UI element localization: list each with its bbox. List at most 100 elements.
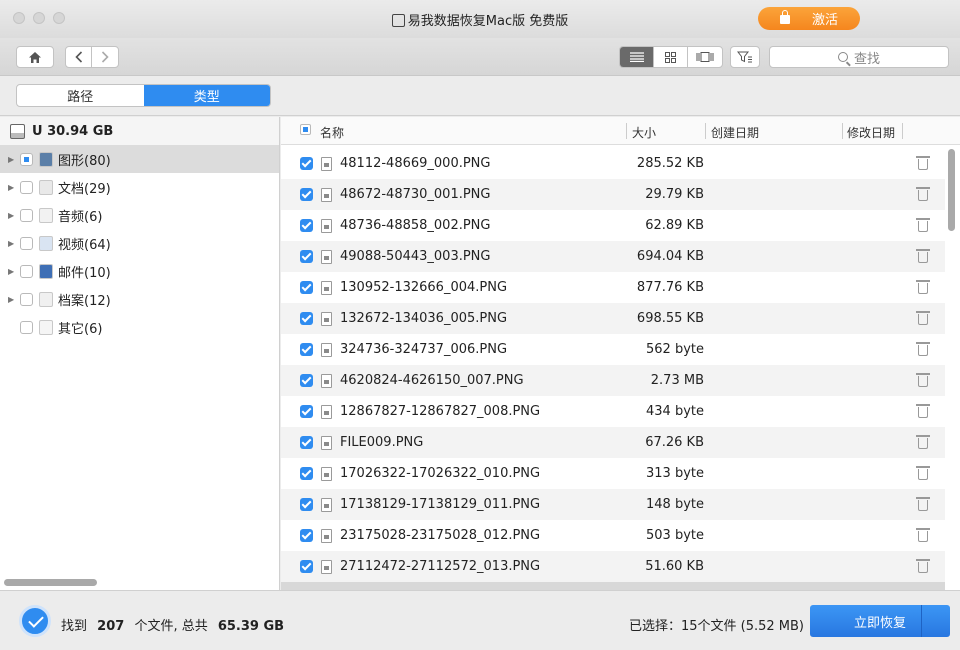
- file-size: 51.60 KB: [645, 559, 704, 574]
- forward-button[interactable]: [92, 47, 118, 67]
- table-row[interactable]: FILE009.PNG 67.26 KB: [281, 427, 945, 458]
- trash-icon[interactable]: [916, 311, 930, 325]
- trash-icon[interactable]: [916, 280, 930, 294]
- row-checkbox[interactable]: [300, 374, 313, 387]
- column-header-size[interactable]: 大小: [632, 124, 656, 141]
- list-vertical-scrollbar[interactable]: [948, 149, 955, 231]
- sidebar-item-checkbox[interactable]: [20, 152, 33, 166]
- table-row[interactable]: 48672-48730_001.PNG 29.79 KB: [281, 179, 945, 210]
- table-row-partial[interactable]: [281, 582, 945, 590]
- row-checkbox[interactable]: [300, 560, 313, 573]
- document-icon: [39, 179, 53, 195]
- png-file-icon: [321, 280, 332, 295]
- row-checkbox[interactable]: [300, 405, 313, 418]
- disclosure-triangle-icon[interactable]: ▶: [8, 155, 20, 164]
- row-checkbox[interactable]: [300, 219, 313, 232]
- table-row[interactable]: 17026322-17026322_010.PNG 313 byte: [281, 458, 945, 489]
- table-row[interactable]: 324736-324737_006.PNG 562 byte: [281, 334, 945, 365]
- sidebar-item-checkbox[interactable]: [20, 264, 33, 278]
- sidebar-item-label: 视频(64): [58, 237, 111, 253]
- table-row[interactable]: 17138129-17138129_011.PNG 148 byte: [281, 489, 945, 520]
- table-row[interactable]: 4620824-4626150_007.PNG 2.73 MB: [281, 365, 945, 396]
- column-divider[interactable]: [842, 123, 843, 139]
- sidebar-item-checkbox[interactable]: [20, 236, 33, 250]
- home-button[interactable]: [16, 46, 54, 68]
- sidebar-item-checkbox[interactable]: [20, 292, 33, 306]
- trash-icon[interactable]: [916, 435, 930, 449]
- grid-view-button[interactable]: [654, 47, 688, 67]
- sidebar-item[interactable]: 其它(6): [0, 313, 279, 341]
- recover-button[interactable]: 立即恢复: [810, 605, 950, 637]
- trash-icon[interactable]: [916, 218, 930, 232]
- row-checkbox[interactable]: [300, 529, 313, 542]
- table-row[interactable]: 48112-48669_000.PNG 285.52 KB: [281, 148, 945, 179]
- row-checkbox[interactable]: [300, 343, 313, 356]
- table-row[interactable]: 49088-50443_003.PNG 694.04 KB: [281, 241, 945, 272]
- trash-icon[interactable]: [916, 187, 930, 201]
- table-row[interactable]: 12867827-12867827_008.PNG 434 byte: [281, 396, 945, 427]
- disclosure-triangle-icon[interactable]: ▶: [8, 267, 20, 276]
- trash-icon[interactable]: [916, 373, 930, 387]
- sidebar-item[interactable]: ▶ 视频(64): [0, 229, 279, 257]
- sidebar-horizontal-scrollbar[interactable]: [4, 579, 97, 586]
- png-file-icon: [321, 249, 332, 264]
- row-checkbox[interactable]: [300, 498, 313, 511]
- trash-icon[interactable]: [916, 559, 930, 573]
- sidebar-item-checkbox[interactable]: [20, 208, 33, 222]
- row-checkbox[interactable]: [300, 188, 313, 201]
- disclosure-triangle-icon[interactable]: ▶: [8, 183, 20, 192]
- trash-icon[interactable]: [916, 497, 930, 511]
- list-view-button[interactable]: [620, 47, 654, 67]
- activate-button[interactable]: 激活: [758, 7, 860, 30]
- disclosure-triangle-icon[interactable]: ▶: [8, 211, 20, 220]
- disclosure-triangle-icon[interactable]: ▶: [8, 295, 20, 304]
- table-row[interactable]: 130952-132666_004.PNG 877.76 KB: [281, 272, 945, 303]
- select-all-partial-mark: [303, 127, 308, 132]
- tab-type[interactable]: 类型: [143, 85, 270, 106]
- sidebar-item[interactable]: ▶ 图形(80): [0, 145, 279, 173]
- row-checkbox[interactable]: [300, 157, 313, 170]
- table-row[interactable]: 48736-48858_002.PNG 62.89 KB: [281, 210, 945, 241]
- sidebar-item[interactable]: ▶ 音频(6): [0, 201, 279, 229]
- table-row[interactable]: 27112472-27112572_013.PNG 51.60 KB: [281, 551, 945, 582]
- sidebar-item[interactable]: ▶ 档案(12): [0, 285, 279, 313]
- row-checkbox[interactable]: [300, 281, 313, 294]
- home-icon: [29, 51, 41, 63]
- column-divider[interactable]: [626, 123, 627, 139]
- back-button[interactable]: [66, 47, 93, 67]
- sidebar-item[interactable]: ▶ 邮件(10): [0, 257, 279, 285]
- row-checkbox[interactable]: [300, 312, 313, 325]
- trash-icon[interactable]: [916, 156, 930, 170]
- column-header-name[interactable]: 名称: [320, 124, 344, 141]
- audio-icon: [39, 207, 53, 223]
- sidebar-item-checkbox[interactable]: [20, 180, 33, 194]
- png-file-icon: [321, 342, 332, 357]
- table-row[interactable]: 132672-134036_005.PNG 698.55 KB: [281, 303, 945, 334]
- column-divider[interactable]: [705, 123, 706, 139]
- sidebar-item-checkbox[interactable]: [20, 320, 33, 334]
- row-checkbox[interactable]: [300, 436, 313, 449]
- cover-flow-view-button[interactable]: [688, 47, 722, 67]
- column-divider[interactable]: [902, 123, 903, 139]
- tab-path[interactable]: 路径: [17, 85, 144, 106]
- row-checkbox[interactable]: [300, 250, 313, 263]
- sidebar-item-label: 图形(80): [58, 153, 111, 169]
- column-header-modified[interactable]: 修改日期: [847, 124, 895, 141]
- filter-button[interactable]: [730, 46, 760, 68]
- table-row[interactable]: 23175028-23175028_012.PNG 503 byte: [281, 520, 945, 551]
- trash-icon[interactable]: [916, 404, 930, 418]
- search-input[interactable]: 查找: [769, 46, 949, 68]
- column-header-created[interactable]: 创建日期: [711, 124, 759, 141]
- file-size: 62.89 KB: [645, 218, 704, 233]
- select-all-checkbox[interactable]: [300, 124, 311, 135]
- png-file-icon: [321, 466, 332, 481]
- trash-icon[interactable]: [916, 466, 930, 480]
- trash-icon[interactable]: [916, 528, 930, 542]
- video-icon: [39, 235, 53, 251]
- trash-icon[interactable]: [916, 249, 930, 263]
- drive-header[interactable]: U 30.94 GB: [0, 117, 279, 145]
- disclosure-triangle-icon[interactable]: ▶: [8, 239, 20, 248]
- row-checkbox[interactable]: [300, 467, 313, 480]
- trash-icon[interactable]: [916, 342, 930, 356]
- sidebar-item[interactable]: ▶ 文档(29): [0, 173, 279, 201]
